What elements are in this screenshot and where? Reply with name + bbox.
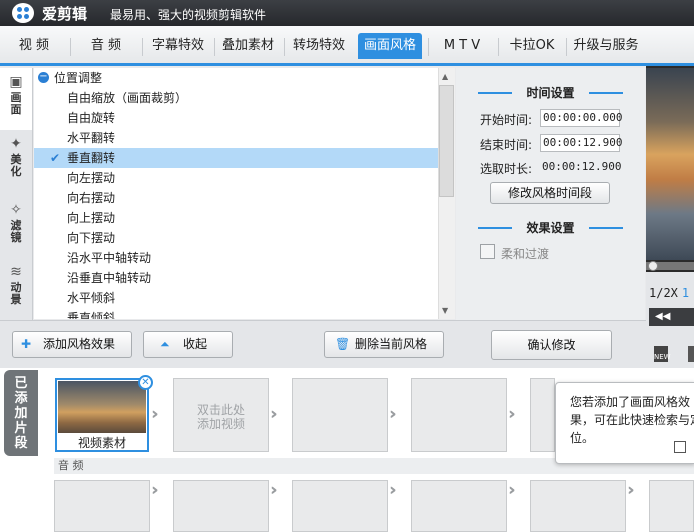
tab-upgrade-service[interactable]: 升级与服务: [570, 26, 642, 66]
tab-video[interactable]: 视 频: [6, 26, 62, 66]
waves-icon: ≋: [10, 264, 22, 280]
time-settings-title: 时间设置: [456, 84, 645, 101]
delete-style-button[interactable]: 🗑 删除当前风格: [324, 331, 444, 358]
action-bar: ✚ 添加风格效果 ⏶ 收起 🗑 删除当前风格 确认修改: [0, 320, 646, 368]
tab-transition-effects[interactable]: 转场特效: [287, 26, 351, 66]
style-category-sidebar: ▣ 画面 ✦ 美化 ✧ 滤镜 ≋ 动景: [0, 68, 33, 320]
collapse-arrow-icon: ⏶: [160, 337, 170, 351]
list-item[interactable]: 向左摆动: [34, 168, 438, 188]
start-time-label: 开始时间:: [480, 113, 533, 127]
speed-readout[interactable]: 1/2X 1: [649, 286, 689, 300]
list-item[interactable]: 向上摆动: [34, 208, 438, 228]
trash-icon: 🗑: [335, 337, 351, 351]
list-item[interactable]: 向右摆动: [34, 188, 438, 208]
list-item[interactable]: 垂直倾斜: [34, 308, 438, 319]
duration-label: 选取时长:: [480, 162, 533, 176]
empty-slot[interactable]: [530, 378, 555, 452]
add-style-button[interactable]: ✚ 添加风格效果: [12, 331, 132, 358]
magic-wand-icon: ✦: [10, 136, 22, 152]
list-item[interactable]: 水平翻转: [34, 128, 438, 148]
scroll-down-icon[interactable]: ▼: [442, 306, 448, 315]
app-name: 爱剪辑: [42, 5, 88, 23]
tooltip-popup: 您若添加了画面风格效果，可在此快速检索与定位。: [555, 382, 694, 464]
add-video-slot[interactable]: 双击此处 添加视频: [173, 378, 269, 452]
list-item[interactable]: 自由缩放（画面裁剪）: [34, 88, 438, 108]
main-tab-bar: 视 频 音 频 字幕特效 叠加素材 转场特效 画面风格 M T V 卡拉OK 升…: [0, 26, 694, 66]
sidebar-item-filter[interactable]: ✧ 滤镜: [0, 196, 32, 258]
tooltip-checkbox[interactable]: [674, 441, 686, 453]
app-slogan: 最易用、强大的视频剪辑软件: [110, 8, 267, 22]
audio-slot[interactable]: [649, 480, 694, 532]
tab-mtv[interactable]: M T V: [432, 26, 492, 66]
added-clips-label: 已添加片段: [4, 370, 38, 456]
preview-video-frame: [646, 68, 694, 260]
seek-knob[interactable]: [648, 261, 658, 271]
title-bar: [0, 0, 694, 26]
scrollbar-thumb[interactable]: [439, 85, 454, 197]
frame-icon: ▣: [9, 74, 23, 90]
sidebar-item-motion[interactable]: ≋ 动景: [0, 258, 32, 320]
list-item[interactable]: 沿垂直中轴转动: [34, 268, 438, 288]
end-time-field[interactable]: 00:00:12.900: [540, 134, 622, 152]
add-wand-icon: ✚: [21, 337, 32, 351]
modify-time-button[interactable]: 修改风格时间段: [490, 182, 610, 204]
empty-slot[interactable]: [292, 378, 388, 452]
tab-subtitle-effects[interactable]: 字幕特效: [146, 26, 210, 66]
clip-label: 视频素材: [77, 436, 126, 450]
settings-panel: 时间设置 开始时间: 00:00:00.000 结束时间: 00:00:12.9…: [456, 68, 645, 320]
collapse-button[interactable]: ⏶ 收起: [143, 331, 233, 358]
tab-audio[interactable]: 音 频: [76, 26, 136, 66]
tab-overlay-material[interactable]: 叠加素材: [216, 26, 280, 66]
scroll-up-icon[interactable]: ▲: [442, 72, 448, 81]
start-time-field[interactable]: 00:00:00.000: [540, 109, 622, 127]
checkmark-icon: ✔: [50, 151, 61, 165]
tooltip-text: 您若添加了画面风格效果，可在此快速检索与定位。: [570, 395, 694, 445]
fade-checkbox[interactable]: [480, 244, 495, 259]
duration-value: 00:00:12.900: [542, 160, 622, 173]
effect-settings-title: 效果设置: [456, 219, 645, 236]
new-project-icon[interactable]: NEW: [654, 346, 671, 362]
audio-slot[interactable]: [292, 480, 388, 532]
end-time-label: 结束时间:: [480, 138, 533, 152]
preview-controls: 1/2X 1 ◀◀ NEW: [646, 272, 694, 368]
export-icon[interactable]: [688, 346, 694, 362]
empty-slot[interactable]: [411, 378, 507, 452]
tab-karaoke[interactable]: 卡拉OK: [502, 26, 562, 66]
list-item[interactable]: 自由旋转: [34, 108, 438, 128]
audio-slot[interactable]: [530, 480, 626, 532]
list-item-selected[interactable]: ✔ 垂直翻转: [34, 148, 438, 168]
filter-wand-icon: ✧: [10, 202, 22, 218]
list-item[interactable]: 水平倾斜: [34, 288, 438, 308]
list-item[interactable]: 沿水平中轴转动: [34, 248, 438, 268]
remove-clip-icon[interactable]: ✕: [138, 375, 153, 390]
fade-label: 柔和过渡: [501, 247, 550, 261]
audio-slot[interactable]: [54, 480, 150, 532]
audio-slot[interactable]: [411, 480, 507, 532]
effects-list: − 位置调整 自由缩放（画面裁剪） 自由旋转 水平翻转 ✔ 垂直翻转 向左摆动 …: [34, 68, 438, 319]
clip-thumbnail: [58, 381, 146, 433]
audio-slot[interactable]: [173, 480, 269, 532]
rewind-button[interactable]: ◀◀: [649, 308, 694, 326]
sidebar-item-picture[interactable]: ▣ 画面: [0, 68, 32, 130]
tab-picture-style[interactable]: 画面风格: [358, 33, 422, 59]
list-item[interactable]: 向下摆动: [34, 228, 438, 248]
sidebar-item-beautify[interactable]: ✦ 美化: [0, 130, 32, 192]
confirm-modify-button[interactable]: 确认修改: [491, 330, 612, 360]
app-logo-icon: [12, 3, 34, 23]
list-group-header[interactable]: 位置调整: [34, 68, 438, 88]
